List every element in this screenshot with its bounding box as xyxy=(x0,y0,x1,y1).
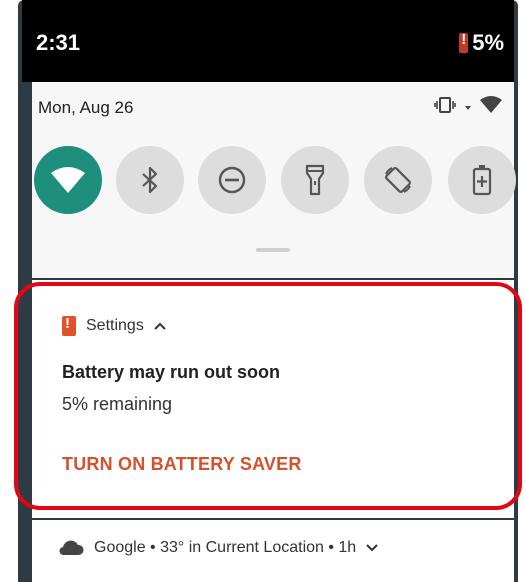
wifi-icon xyxy=(51,167,85,193)
cloud-icon xyxy=(59,540,84,556)
chevron-down-icon[interactable] xyxy=(366,544,378,552)
flashlight-icon xyxy=(305,164,325,196)
settings-battery-alert-icon xyxy=(62,315,76,336)
turn-on-battery-saver-button[interactable]: TURN ON BATTERY SAVER xyxy=(62,454,302,475)
qs-date: Mon, Aug 26 xyxy=(38,98,134,117)
do-not-disturb-tile[interactable] xyxy=(198,146,266,214)
system-icons xyxy=(434,96,502,114)
battery-notification[interactable]: Settings Battery may run out soon 5% rem… xyxy=(32,280,514,518)
status-battery: 5% xyxy=(459,30,504,56)
do-not-disturb-icon xyxy=(218,166,246,194)
auto-rotate-tile[interactable] xyxy=(364,146,432,214)
notification-title: Battery may run out soon xyxy=(62,362,281,382)
bluetooth-icon xyxy=(142,166,158,194)
expand-handle[interactable] xyxy=(256,248,290,252)
wifi-tile[interactable] xyxy=(34,146,102,214)
quick-settings-tiles xyxy=(32,146,516,226)
google-notification[interactable]: Google • 33° in Current Location • 1h xyxy=(32,520,514,582)
status-time: 2:31 xyxy=(36,30,81,55)
flashlight-tile[interactable] xyxy=(281,146,349,214)
battery-saver-icon xyxy=(472,165,492,196)
auto-rotate-icon xyxy=(385,167,411,193)
vibrate-icon xyxy=(434,97,456,113)
battery-low-icon xyxy=(459,31,469,53)
wifi-signal-icon xyxy=(480,96,502,113)
chevron-up-icon[interactable] xyxy=(154,322,166,330)
battery-saver-tile[interactable] xyxy=(448,146,516,214)
battery-percent: 5% xyxy=(472,30,504,55)
notification-text: 5% remaining xyxy=(62,394,173,414)
notification-app-name: Settings xyxy=(86,317,144,334)
bluetooth-tile[interactable] xyxy=(116,146,184,214)
status-bar: 2:31 5% xyxy=(22,0,514,82)
notification-header[interactable]: Settings xyxy=(62,315,166,336)
quick-settings-panel: Mon, Aug 26 xyxy=(32,82,516,278)
data-arrows-icon xyxy=(465,106,471,110)
google-notification-text: Google • 33° in Current Location • 1h xyxy=(94,539,357,556)
